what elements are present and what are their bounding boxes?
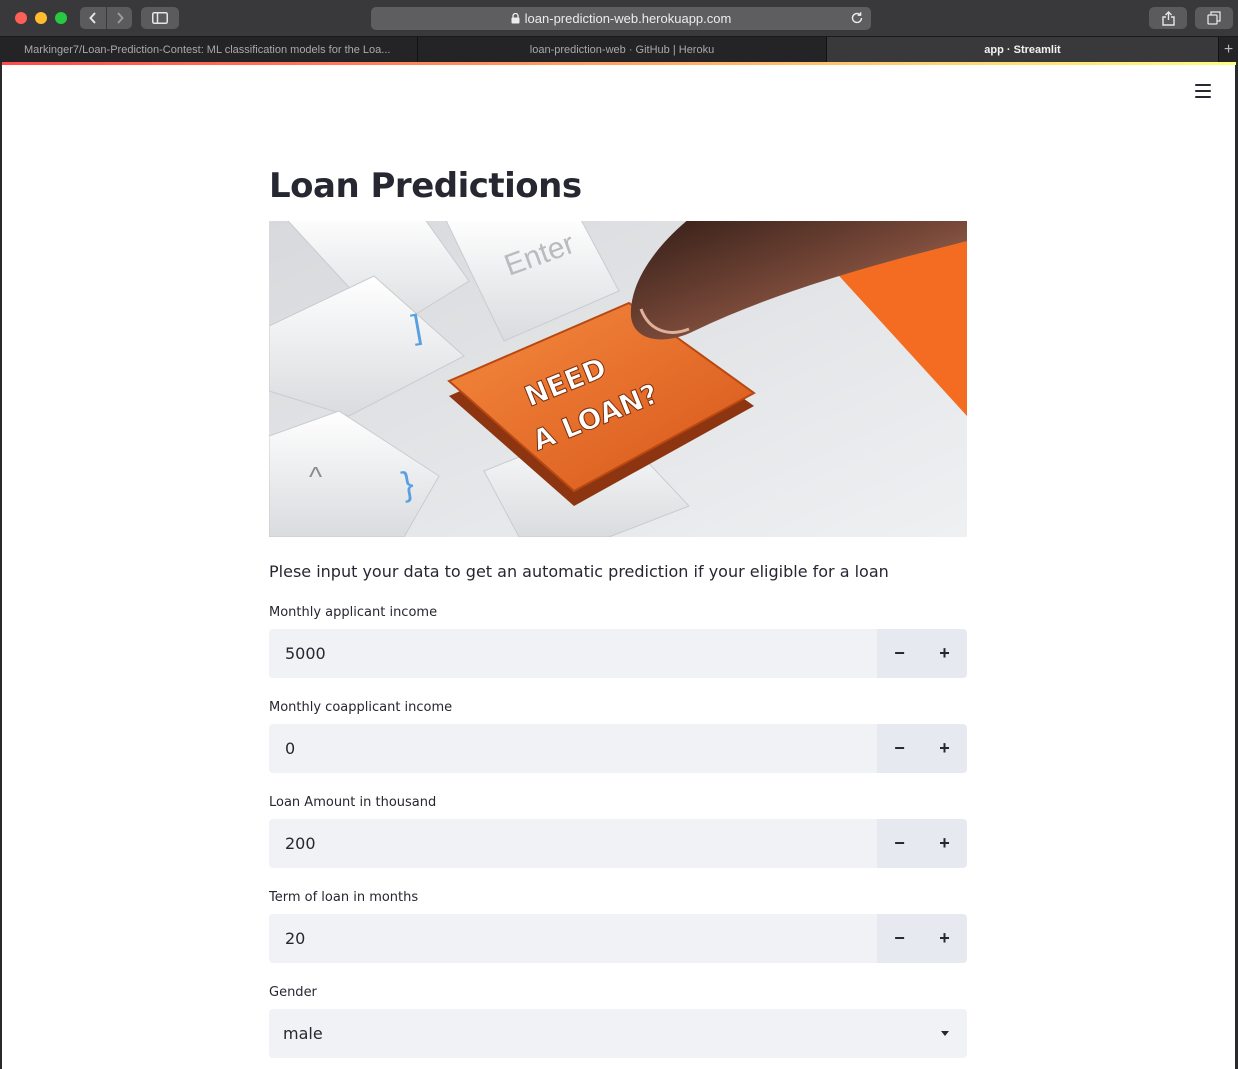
- svg-text:^: ^: [309, 461, 322, 492]
- plus-icon: +: [1223, 40, 1234, 58]
- chevron-right-icon: [116, 12, 124, 24]
- close-window-button[interactable]: [15, 12, 27, 24]
- plus-icon: +: [939, 643, 950, 663]
- browser-titlebar: loan-prediction-web.herokuapp.com: [0, 0, 1238, 36]
- tab-github-repo[interactable]: Markinger7/Loan-Prediction-Contest: ML c…: [0, 37, 418, 62]
- increment-button[interactable]: +: [922, 819, 967, 868]
- loan-term-input[interactable]: [269, 914, 877, 963]
- tab-overview-button[interactable]: [1195, 7, 1233, 29]
- maximize-window-button[interactable]: [55, 12, 67, 24]
- caret-down-icon: [941, 1031, 949, 1036]
- number-input-group: − +: [269, 819, 967, 868]
- new-tab-button[interactable]: +: [1219, 37, 1238, 62]
- tab-bar: Markinger7/Loan-Prediction-Contest: ML c…: [0, 36, 1238, 62]
- minus-icon: −: [894, 738, 905, 758]
- main-menu-icon[interactable]: [1195, 84, 1211, 98]
- decrement-button[interactable]: −: [877, 629, 922, 678]
- gender-select[interactable]: male: [269, 1009, 967, 1058]
- applicant-income-field: Monthly applicant income − +: [269, 605, 967, 678]
- plus-icon: +: [939, 738, 950, 758]
- lock-icon: [511, 13, 520, 24]
- number-input-group: − +: [269, 724, 967, 773]
- field-label: Gender: [269, 985, 317, 1000]
- field-label: Monthly coapplicant income: [269, 700, 453, 715]
- keyboard-illustration: Enter ] } ^ NEED A LOAN?: [269, 221, 967, 537]
- gender-field: Gender male: [269, 985, 967, 1058]
- decrement-button[interactable]: −: [877, 724, 922, 773]
- address-bar[interactable]: loan-prediction-web.herokuapp.com: [371, 7, 871, 30]
- coapplicant-income-field: Monthly coapplicant income − +: [269, 700, 967, 773]
- decrement-button[interactable]: −: [877, 819, 922, 868]
- plus-icon: +: [939, 833, 950, 853]
- back-button[interactable]: [80, 7, 106, 29]
- field-label: Loan Amount in thousand: [269, 795, 437, 810]
- applicant-income-input[interactable]: [269, 629, 877, 678]
- number-input-group: − +: [269, 629, 967, 678]
- chevron-left-icon: [89, 12, 96, 24]
- hero-image: Enter ] } ^ NEED A LOAN?: [269, 221, 967, 537]
- intro-text: Plese input your data to get an automati…: [269, 562, 889, 581]
- tabs-icon: [1207, 11, 1221, 25]
- sidebar-toggle-button[interactable]: [141, 7, 179, 29]
- tab-streamlit-app[interactable]: app · Streamlit: [827, 37, 1219, 62]
- increment-button[interactable]: +: [922, 914, 967, 963]
- sidebar-icon: [152, 12, 168, 24]
- plus-icon: +: [939, 928, 950, 948]
- tab-heroku[interactable]: loan-prediction-web · GitHub | Heroku: [418, 37, 827, 62]
- field-label: Term of loan in months: [269, 890, 419, 905]
- minimize-window-button[interactable]: [35, 12, 47, 24]
- loan-amount-field: Loan Amount in thousand − +: [269, 795, 967, 868]
- main-content: Loan Predictions Enter]} ^ NEED A LOAN…: [269, 160, 967, 584]
- share-icon: [1161, 10, 1175, 26]
- tab-label: Markinger7/Loan-Prediction-Contest: ML c…: [24, 43, 391, 56]
- reload-icon[interactable]: [850, 11, 864, 25]
- increment-button[interactable]: +: [922, 724, 967, 773]
- coapplicant-income-input[interactable]: [269, 724, 877, 773]
- loan-term-field: Term of loan in months − +: [269, 890, 967, 963]
- gender-selected-value: male: [283, 1024, 323, 1043]
- number-input-group: − +: [269, 914, 967, 963]
- forward-button[interactable]: [106, 7, 132, 29]
- field-label: Monthly applicant income: [269, 605, 438, 620]
- page-title: Loan Predictions: [269, 166, 582, 206]
- minus-icon: −: [894, 833, 905, 853]
- loan-amount-input[interactable]: [269, 819, 877, 868]
- tab-label: loan-prediction-web · GitHub | Heroku: [529, 43, 715, 56]
- url-text: loan-prediction-web.herokuapp.com: [524, 11, 732, 26]
- minus-icon: −: [894, 928, 905, 948]
- decrement-button[interactable]: −: [877, 914, 922, 963]
- increment-button[interactable]: +: [922, 629, 967, 678]
- share-button[interactable]: [1149, 7, 1187, 29]
- history-nav: [80, 7, 132, 29]
- tab-label: app · Streamlit: [984, 43, 1061, 56]
- minus-icon: −: [894, 643, 905, 663]
